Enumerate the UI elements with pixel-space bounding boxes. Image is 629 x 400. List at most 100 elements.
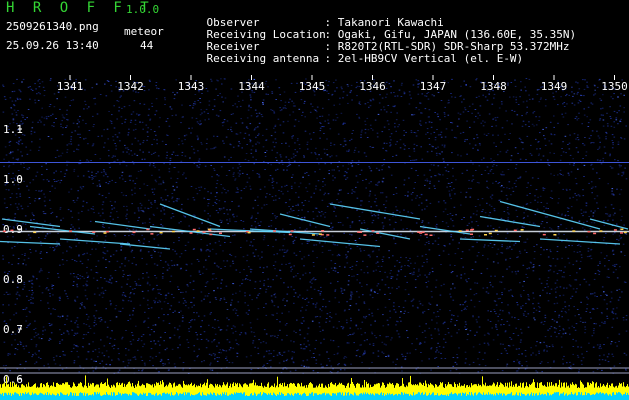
level-bar-base <box>14 392 15 400</box>
level-bar-base <box>36 394 37 400</box>
signal-spot <box>359 231 362 233</box>
level-bar-base <box>182 393 183 400</box>
level-bar-base <box>431 394 432 400</box>
level-bar-base <box>271 395 272 400</box>
level-bar-base <box>347 392 348 400</box>
level-bar-base <box>71 392 72 400</box>
level-bar-base <box>410 394 411 400</box>
level-bar-base <box>163 392 164 400</box>
level-bar-base <box>482 394 483 400</box>
level-bar-base <box>313 395 314 400</box>
level-bar-base <box>512 395 513 400</box>
x-tick-label: 1345 <box>299 80 326 93</box>
level-bar-base <box>165 393 166 400</box>
level-bar-base <box>279 392 280 400</box>
level-bar-base <box>70 392 71 400</box>
level-bar-base <box>75 393 76 400</box>
level-bar-base <box>31 394 32 400</box>
level-bar-base <box>488 392 489 400</box>
level-bar-base <box>48 395 49 400</box>
level-bar-base <box>84 392 85 400</box>
level-bar-base <box>179 393 180 400</box>
level-bar-base <box>351 393 352 400</box>
signal-spot <box>363 234 367 236</box>
level-bar-base <box>421 392 422 400</box>
level-bar-base <box>235 393 236 400</box>
level-bar-base <box>571 392 572 400</box>
level-bar-base <box>382 395 383 400</box>
level-bar-base <box>256 396 257 400</box>
level-bar-base <box>553 393 554 400</box>
level-bar-base <box>539 392 540 400</box>
level-bar-base <box>199 392 200 400</box>
level-bar-base <box>590 395 591 400</box>
level-bar-base <box>444 395 445 400</box>
level-bar-base <box>371 394 372 400</box>
level-bar-base <box>223 394 224 400</box>
signal-spot <box>572 230 576 232</box>
level-bar-base <box>35 393 36 400</box>
level-bar-base <box>373 394 374 400</box>
level-bar-base <box>220 393 221 400</box>
signal-spot <box>150 233 154 235</box>
level-bar-base <box>491 394 492 400</box>
signal-spot <box>192 228 196 231</box>
level-bar-base <box>227 395 228 400</box>
level-bar-base <box>605 393 606 400</box>
meteor-count: 44 <box>140 39 154 52</box>
level-bar-base <box>7 395 8 400</box>
level-bar-base <box>381 392 382 400</box>
level-bar-base <box>517 395 518 400</box>
level-bar-base <box>599 392 600 400</box>
signal-spot <box>318 233 322 235</box>
level-bar-base <box>342 392 343 400</box>
level-bar-base <box>468 394 469 400</box>
level-bar-base <box>439 395 440 400</box>
level-bar-base <box>543 394 544 400</box>
level-bar-base <box>584 395 585 400</box>
level-bar-base <box>446 395 447 400</box>
level-bar-base <box>205 395 206 400</box>
signal-spot <box>290 230 294 232</box>
level-bar-base <box>432 392 433 400</box>
level-bar-base <box>13 394 14 400</box>
level-bar-base <box>559 395 560 400</box>
signal-spot <box>171 230 175 233</box>
level-bar-base <box>624 394 625 400</box>
level-bar-base <box>295 393 296 400</box>
level-bar-base <box>292 395 293 400</box>
x-tick-label: 1350 <box>601 80 628 93</box>
level-bar-base <box>283 394 284 400</box>
level-bar-base <box>308 395 309 400</box>
level-bar-base <box>334 393 335 400</box>
level-bar-base <box>276 396 277 400</box>
level-bar-base <box>305 393 306 400</box>
level-bar-base <box>449 393 450 400</box>
level-bar-base <box>520 395 521 400</box>
level-bar-base <box>473 395 474 400</box>
level-bar-base <box>253 395 254 400</box>
level-bar-base <box>17 393 18 400</box>
level-bar-base <box>357 395 358 400</box>
level-bar-base <box>330 395 331 400</box>
level-bar-base <box>196 394 197 400</box>
level-bar-base <box>94 392 95 400</box>
signal-spot <box>92 231 96 233</box>
level-bar-base <box>572 394 573 400</box>
level-bar-base <box>162 393 163 400</box>
level-bar-base <box>310 393 311 400</box>
level-bar-base <box>178 395 179 400</box>
signal-spot <box>105 231 109 233</box>
level-bar-base <box>433 392 434 400</box>
level-bar-base <box>460 392 461 400</box>
level-bar-base <box>258 393 259 400</box>
level-bar-base <box>450 393 451 400</box>
level-bar-base <box>362 394 363 400</box>
level-bar-base <box>309 393 310 400</box>
level-bar-base <box>158 395 159 400</box>
level-bar-base <box>399 394 400 400</box>
level-bar-base <box>68 396 69 400</box>
level-bar-base <box>616 392 617 400</box>
level-bar-base <box>340 392 341 400</box>
level-bar-base <box>441 394 442 400</box>
